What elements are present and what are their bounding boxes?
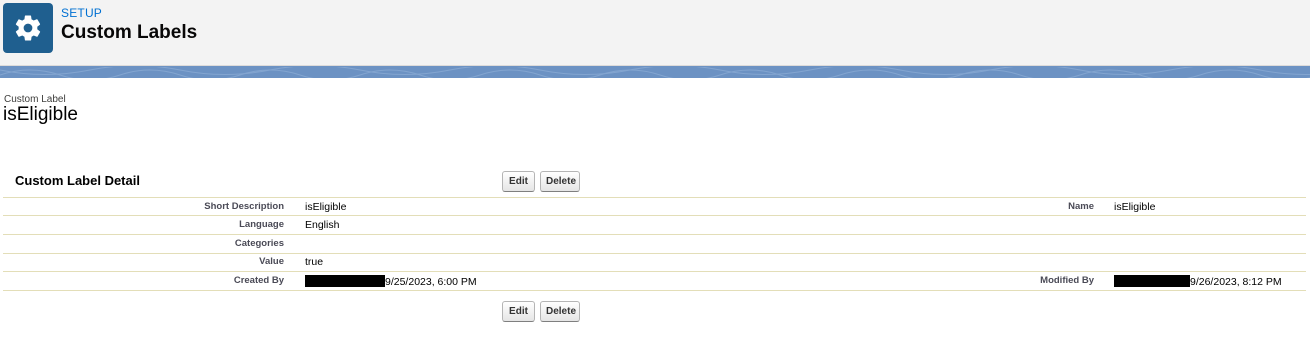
field-label-name: Name bbox=[1068, 201, 1094, 212]
page-header: SETUP Custom Labels bbox=[0, 0, 1310, 66]
field-value-short-description: isEligible bbox=[305, 201, 347, 213]
field-value-name: isEligible bbox=[1114, 201, 1156, 213]
field-value-modified-by: 9/26/2023, 8:12 PM bbox=[1114, 275, 1282, 288]
gear-icon bbox=[3, 3, 53, 53]
redacted-user-name bbox=[1114, 275, 1190, 287]
delete-button-top[interactable]: Delete bbox=[540, 171, 580, 192]
field-label-value: Value bbox=[259, 256, 284, 267]
field-label-modified-by: Modified By bbox=[1040, 275, 1094, 286]
page-title: Custom Labels bbox=[61, 22, 198, 43]
modified-date: 9/26/2023, 8:12 PM bbox=[1190, 276, 1282, 288]
breadcrumb[interactable]: SETUP bbox=[61, 6, 102, 20]
field-label-language: Language bbox=[239, 219, 284, 230]
field-value-value: true bbox=[305, 256, 324, 268]
detail-row-short-description: Short Description isEligible Name isElig… bbox=[3, 197, 1306, 216]
detail-row-categories: Categories bbox=[3, 235, 1306, 254]
field-label-created-by: Created By bbox=[233, 275, 284, 286]
field-label-short-description: Short Description bbox=[204, 201, 284, 212]
delete-button-bottom[interactable]: Delete bbox=[540, 301, 580, 322]
edit-button-bottom[interactable]: Edit bbox=[502, 301, 535, 322]
field-label-categories: Categories bbox=[234, 238, 284, 249]
detail-row-language: Language English bbox=[3, 216, 1306, 235]
decorative-banner bbox=[0, 66, 1310, 78]
redacted-user-name bbox=[305, 275, 385, 287]
field-value-language: English bbox=[305, 219, 340, 231]
detail-row-value: Value true bbox=[3, 253, 1306, 272]
section-title: Custom Label Detail bbox=[15, 173, 140, 188]
record-name: isEligible bbox=[3, 104, 78, 125]
field-value-created-by: 9/25/2023, 6:00 PM bbox=[305, 275, 477, 288]
detail-row-created-modified: Created By 9/25/2023, 6:00 PM Modified B… bbox=[3, 272, 1306, 291]
edit-button-top[interactable]: Edit bbox=[502, 171, 535, 192]
created-date: 9/25/2023, 6:00 PM bbox=[385, 276, 477, 288]
